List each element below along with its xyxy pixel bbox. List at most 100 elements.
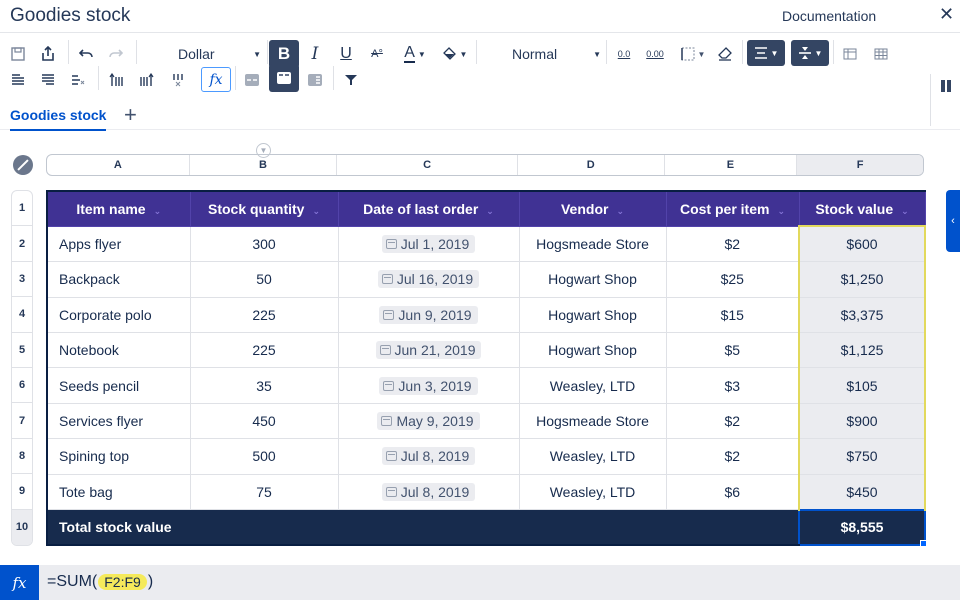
- row-header[interactable]: 6: [12, 368, 32, 404]
- row-header[interactable]: 10: [12, 509, 32, 545]
- cell-stock-quantity[interactable]: 50: [189, 261, 339, 298]
- cell-stock-quantity[interactable]: 225: [189, 332, 339, 369]
- cell-item-name[interactable]: Spining top: [46, 438, 191, 475]
- function-button[interactable]: fx: [201, 67, 231, 92]
- add-sheet-icon[interactable]: +: [124, 102, 137, 128]
- row-header[interactable]: 9: [12, 474, 32, 510]
- date-chip[interactable]: Jun 3, 2019: [379, 376, 478, 395]
- cell-stock-value[interactable]: $105: [798, 367, 926, 404]
- side-panel-toggle[interactable]: ‹: [946, 190, 960, 252]
- freeze-rows-icon[interactable]: [840, 42, 860, 66]
- column-header-b[interactable]: B: [190, 155, 338, 175]
- cell-cost-per-item[interactable]: $2: [665, 402, 800, 440]
- date-chip[interactable]: Jul 8, 2019: [381, 447, 476, 466]
- clear-format-icon[interactable]: [714, 42, 736, 66]
- cell-date-of-last-order[interactable]: Jul 1, 2019: [337, 225, 520, 263]
- insert-col-left-icon[interactable]: [106, 68, 128, 92]
- cell-stock-value[interactable]: $900: [798, 402, 926, 440]
- cell-date-of-last-order[interactable]: Jul 16, 2019: [337, 261, 520, 298]
- formula-input[interactable]: =SUM( F2:F9 ): [47, 573, 153, 591]
- cell-cost-per-item[interactable]: $2: [665, 225, 800, 263]
- cell-stock-value[interactable]: $1,250: [798, 261, 926, 298]
- borders-button[interactable]: ▼: [676, 42, 710, 66]
- cell-vendor[interactable]: Hogsmeade Store: [518, 225, 667, 263]
- close-icon[interactable]: ✕: [939, 4, 954, 25]
- save-icon[interactable]: [8, 42, 28, 66]
- cell-stock-quantity[interactable]: 225: [189, 296, 339, 334]
- cell-vendor[interactable]: Weasley, LTD: [518, 473, 667, 511]
- column-header-f[interactable]: F: [797, 155, 923, 175]
- select-all-button[interactable]: [13, 155, 33, 175]
- cell-item-name[interactable]: Backpack: [46, 261, 191, 298]
- decrease-decimals-icon[interactable]: 0.0: [612, 42, 636, 66]
- redo-icon[interactable]: [106, 42, 126, 66]
- cell-vendor[interactable]: Weasley, LTD: [518, 367, 667, 404]
- row-header[interactable]: 4: [12, 297, 32, 333]
- chevron-down-icon[interactable]: ⌄: [901, 206, 909, 216]
- chevron-down-icon[interactable]: ⌄: [486, 206, 494, 216]
- header-cell[interactable]: Cost per item ⌄: [665, 189, 800, 227]
- formula-bar[interactable]: fx =SUM( F2:F9 ): [0, 565, 960, 600]
- text-style-dropdown[interactable]: Normal ▼: [490, 42, 605, 66]
- cell-stock-quantity[interactable]: 500: [189, 438, 339, 475]
- undo-icon[interactable]: [76, 42, 96, 66]
- cell-vendor[interactable]: Hogwart Shop: [518, 296, 667, 334]
- documentation-link[interactable]: Documentation: [782, 8, 876, 24]
- cell-item-name[interactable]: Notebook: [46, 332, 191, 369]
- cell-cost-per-item[interactable]: $6: [665, 473, 800, 511]
- underline-button[interactable]: U: [335, 42, 357, 66]
- cell-vendor[interactable]: Hogwart Shop: [518, 261, 667, 298]
- cell-stock-quantity[interactable]: 75: [189, 473, 339, 511]
- header-cell[interactable]: Item name ⌄: [46, 189, 191, 227]
- date-chip[interactable]: Jun 21, 2019: [375, 341, 482, 360]
- fill-color-button[interactable]: ▼: [438, 42, 472, 66]
- cell-cost-per-item[interactable]: $5: [665, 332, 800, 369]
- cell-stock-quantity[interactable]: 35: [189, 367, 339, 404]
- delete-row-icon[interactable]: [68, 68, 88, 92]
- cell-item-name[interactable]: Tote bag: [46, 473, 191, 511]
- cell-stock-value[interactable]: $750: [798, 438, 926, 475]
- cell-cost-per-item[interactable]: $15: [665, 296, 800, 334]
- cell-item-name[interactable]: Apps flyer: [46, 225, 191, 263]
- cell-cost-per-item[interactable]: $3: [665, 367, 800, 404]
- cell-item-name[interactable]: Corporate polo: [46, 296, 191, 334]
- cell-date-of-last-order[interactable]: Jun 3, 2019: [337, 367, 520, 404]
- insert-row-above-icon[interactable]: [8, 68, 28, 92]
- cell-item-name[interactable]: Services flyer: [46, 402, 191, 440]
- total-label[interactable]: Total stock value: [46, 509, 800, 546]
- font-color-button[interactable]: A ▼: [398, 42, 432, 66]
- header-cell[interactable]: Date of last order ⌄: [337, 189, 520, 227]
- cell-stock-value[interactable]: $1,125: [798, 332, 926, 369]
- header-col-icon[interactable]: [305, 68, 325, 92]
- cell-stock-value[interactable]: $450: [798, 473, 926, 511]
- cell-vendor[interactable]: Hogsmeade Store: [518, 402, 667, 440]
- cell-date-of-last-order[interactable]: Jul 8, 2019: [337, 438, 520, 475]
- filter-icon[interactable]: [341, 68, 361, 92]
- header-cell[interactable]: Vendor ⌄: [518, 189, 667, 227]
- chevron-down-icon[interactable]: ⌄: [312, 206, 320, 216]
- cell-date-of-last-order[interactable]: Jun 21, 2019: [337, 332, 520, 369]
- vertical-align-button[interactable]: ▼: [791, 40, 829, 66]
- insert-row-below-icon[interactable]: [38, 68, 58, 92]
- tab-goodies-stock[interactable]: Goodies stock: [10, 107, 107, 131]
- header-cell[interactable]: Stock quantity ⌄: [189, 189, 339, 227]
- row-header[interactable]: 8: [12, 439, 32, 475]
- date-chip[interactable]: Jul 8, 2019: [381, 482, 476, 501]
- italic-button[interactable]: I: [303, 42, 327, 66]
- column-header-d[interactable]: D: [518, 155, 665, 175]
- delete-col-icon[interactable]: [168, 68, 190, 92]
- row-header[interactable]: 3: [12, 262, 32, 298]
- chevron-down-icon[interactable]: ⌄: [616, 206, 624, 216]
- increase-decimals-icon[interactable]: 0.00: [642, 42, 668, 66]
- cell-cost-per-item[interactable]: $2: [665, 438, 800, 475]
- freeze-cols-icon[interactable]: [871, 42, 891, 66]
- cell-stock-value[interactable]: $3,375: [798, 296, 926, 334]
- cell-cost-per-item[interactable]: $25: [665, 261, 800, 298]
- column-header-e[interactable]: E: [665, 155, 798, 175]
- header-row-icon[interactable]: [242, 68, 262, 92]
- cell-item-name[interactable]: Seeds pencil: [46, 367, 191, 404]
- header-cell[interactable]: Stock value ⌄: [798, 189, 926, 227]
- column-header-c[interactable]: C: [337, 155, 518, 175]
- row-header[interactable]: 5: [12, 333, 32, 368]
- fill-handle[interactable]: [920, 539, 927, 547]
